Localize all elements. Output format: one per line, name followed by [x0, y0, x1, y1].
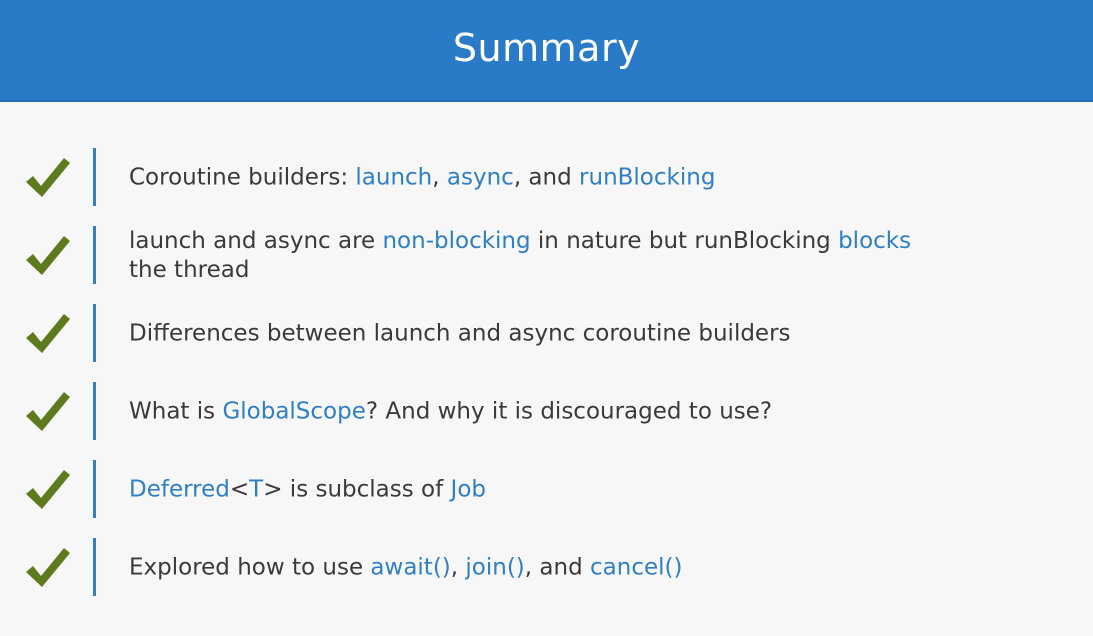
- keyword-globalscope: GlobalScope: [222, 398, 366, 425]
- text-segment: the thread: [129, 257, 250, 283]
- checkmark-icon: [26, 236, 70, 275]
- summary-item-1: Coroutine builders: launch, async, and r…: [0, 148, 1093, 208]
- checkmark-icon: [26, 158, 70, 197]
- summary-text: launch and async are non-blocking in nat…: [129, 227, 1029, 285]
- text-segment: ? And why it is discouraged to use?: [365, 398, 773, 425]
- text-segment: , and: [513, 164, 580, 191]
- summary-text: Coroutine builders: launch, async, and r…: [129, 164, 1029, 193]
- checkmark-icon: [26, 470, 70, 509]
- text-segment: in nature but runBlocking: [530, 228, 839, 254]
- summary-item-3: Differences between launch and async cor…: [0, 304, 1093, 364]
- text-segment: > is subclass of: [263, 476, 451, 503]
- slide-title: Summary: [452, 26, 641, 70]
- text-segment: ,: [450, 554, 466, 581]
- summary-item-6: Explored how to use await(), join(), and…: [0, 538, 1093, 598]
- summary-item-5: Deferred<T> is subclass of Job: [0, 460, 1093, 520]
- checkmark-icon: [26, 548, 70, 587]
- checkmark-icon: [26, 314, 70, 353]
- keyword-cancel: cancel(): [590, 554, 683, 581]
- text-segment: Coroutine builders:: [129, 164, 356, 191]
- keyword-join: join(): [465, 554, 525, 581]
- title-bar: Summary: [0, 0, 1093, 102]
- text-segment: launch and async are: [129, 228, 383, 254]
- keyword-async: async: [446, 164, 514, 191]
- keyword-blocks: blocks: [838, 228, 912, 254]
- text-segment: ,: [432, 164, 447, 191]
- item-divider: [93, 148, 96, 206]
- summary-text: Explored how to use await(), join(), and…: [129, 554, 1029, 583]
- summary-text: Deferred<T> is subclass of Job: [129, 476, 1029, 505]
- item-divider: [93, 460, 96, 518]
- summary-text: What is GlobalScope? And why it is disco…: [129, 398, 1029, 427]
- keyword-runblocking: runBlocking: [579, 164, 716, 191]
- keyword-launch: launch: [355, 164, 433, 191]
- summary-text: Differences between launch and async cor…: [129, 320, 1029, 349]
- text-segment: Explored how to use: [129, 554, 371, 581]
- item-divider: [93, 538, 96, 596]
- text-segment: <: [229, 476, 250, 503]
- keyword-deferred: Deferred: [129, 476, 230, 503]
- item-divider: [93, 304, 96, 362]
- summary-item-4: What is GlobalScope? And why it is disco…: [0, 382, 1093, 442]
- item-divider: [93, 382, 96, 440]
- item-divider: [93, 226, 96, 284]
- keyword-non-blocking: non-blocking: [382, 228, 531, 254]
- checkmark-icon: [26, 392, 70, 431]
- text-segment: What is: [129, 398, 223, 425]
- keyword-t: T: [249, 476, 264, 503]
- text-segment: , and: [524, 554, 591, 581]
- keyword-job: Job: [450, 476, 487, 503]
- keyword-await: await(): [370, 554, 451, 581]
- summary-item-2: launch and async are non-blocking in nat…: [0, 226, 1093, 286]
- text-segment: Differences between launch and async cor…: [129, 320, 791, 347]
